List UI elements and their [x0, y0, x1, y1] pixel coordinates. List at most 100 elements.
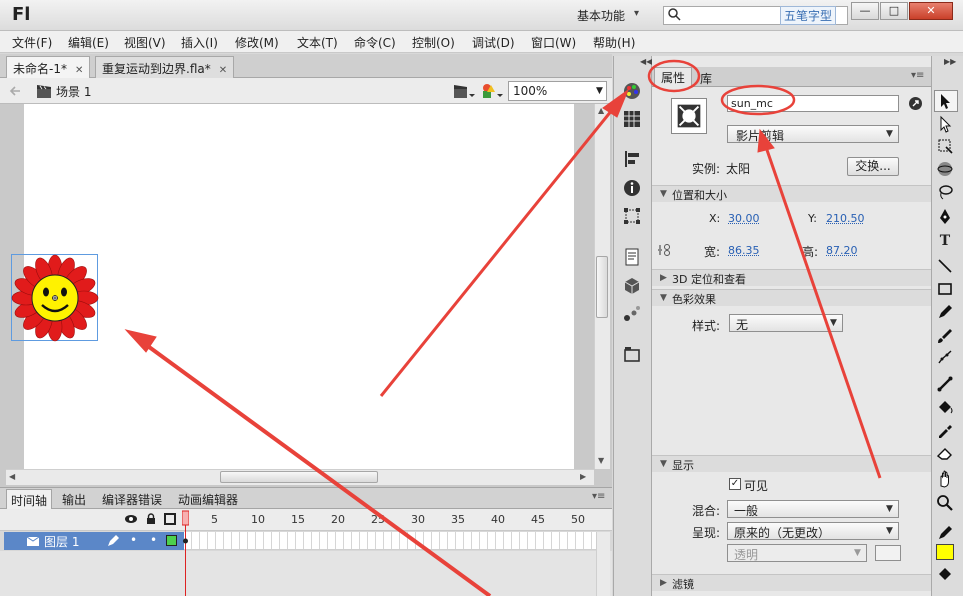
minimize-button[interactable]: —: [851, 2, 879, 20]
fill-color-swatch[interactable]: [936, 544, 954, 560]
y-value[interactable]: 210.50: [826, 212, 865, 225]
eraser-icon[interactable]: [936, 444, 954, 462]
visible-checkbox[interactable]: ✓: [729, 478, 741, 490]
workspace-switcher[interactable]: 基本功能: [577, 7, 625, 24]
info-icon[interactable]: [623, 179, 641, 197]
expand-triangle-icon[interactable]: ▶: [660, 273, 667, 283]
panel-menu-icon[interactable]: ▾≡: [592, 491, 605, 502]
section-filters[interactable]: ▶ 滤镜: [652, 574, 931, 591]
link-constrain-icon[interactable]: [657, 243, 673, 257]
lasso-icon[interactable]: [936, 183, 954, 201]
edit-scene-icon[interactable]: [453, 83, 475, 99]
expand-arrows-icon[interactable]: ▶▶: [944, 57, 956, 66]
scroll-down-icon[interactable]: ▼: [598, 456, 604, 465]
maximize-button[interactable]: □: [880, 2, 908, 20]
menu-debug[interactable]: 调试(D): [472, 34, 515, 51]
expand-triangle-icon[interactable]: ▶: [660, 578, 667, 588]
menu-file[interactable]: 文件(F): [12, 34, 52, 51]
style-select[interactable]: 无: [729, 314, 843, 332]
doc-tab-untitled[interactable]: 未命名-1* ✕: [6, 56, 91, 78]
back-arrow-icon[interactable]: [8, 84, 22, 98]
menu-modify[interactable]: 修改(M): [235, 34, 279, 51]
chevron-down-icon[interactable]: ▼: [886, 526, 893, 536]
transform-icon[interactable]: [623, 207, 641, 225]
tab-output[interactable]: 输出: [58, 491, 90, 508]
close-icon[interactable]: ✕: [75, 65, 83, 76]
layer-outline-color[interactable]: [166, 535, 177, 546]
text-tool-icon[interactable]: T: [936, 232, 954, 250]
horizontal-scroll-thumb[interactable]: [220, 471, 378, 483]
chevron-down-icon[interactable]: ▼: [886, 504, 893, 514]
code-link-icon[interactable]: [908, 96, 923, 111]
outline-icon[interactable]: [164, 513, 176, 525]
lock-icon[interactable]: [145, 513, 157, 525]
panel-menu-icon[interactable]: ▾≡: [911, 70, 924, 81]
motion-presets-icon[interactable]: [623, 305, 641, 323]
scroll-right-icon[interactable]: ▶: [580, 472, 586, 481]
layer-row[interactable]: 图层 1 • •: [4, 532, 184, 550]
fill-bucket-icon[interactable]: [936, 565, 954, 583]
paint-bucket-icon[interactable]: [936, 398, 954, 416]
doc-tab-repeat-motion[interactable]: 重复运动到边界.fla* ✕: [95, 56, 235, 78]
menu-insert[interactable]: 插入(I): [181, 34, 218, 51]
edit-symbols-icon[interactable]: [480, 82, 504, 100]
section-color-effect[interactable]: ▼ 色彩效果: [652, 289, 931, 306]
layer-name[interactable]: 图层 1: [44, 533, 79, 550]
tab-compiler-errors[interactable]: 编译器错误: [98, 491, 166, 508]
deco-tool-icon[interactable]: [936, 348, 954, 366]
menu-commands[interactable]: 命令(C): [354, 34, 396, 51]
color-palette-icon[interactable]: [623, 82, 641, 100]
vertical-scroll-thumb[interactable]: [596, 256, 608, 318]
zoom-tool-icon[interactable]: [936, 494, 954, 512]
menu-control[interactable]: 控制(O): [412, 34, 455, 51]
menu-edit[interactable]: 编辑(E): [68, 34, 109, 51]
section-position-size[interactable]: ▼ 位置和大小: [652, 185, 931, 202]
swap-button[interactable]: 交换...: [847, 157, 899, 176]
instance-name-input[interactable]: sun_mc: [727, 95, 899, 112]
section-3d[interactable]: ▶ 3D 定位和查看: [652, 269, 931, 286]
zoom-select[interactable]: 100%: [508, 81, 607, 101]
tab-motion-editor[interactable]: 动画编辑器: [174, 491, 242, 508]
project-icon[interactable]: [623, 345, 641, 363]
swatches-icon[interactable]: [623, 110, 641, 128]
close-button[interactable]: ✕: [909, 2, 953, 20]
rectangle-tool-icon[interactable]: [936, 280, 954, 298]
free-transform-icon[interactable]: [936, 137, 954, 155]
scroll-up-icon[interactable]: ▲: [598, 106, 604, 115]
collapse-triangle-icon[interactable]: ▼: [660, 459, 667, 469]
render-select[interactable]: 原来的（无更改）: [727, 522, 899, 540]
eye-icon[interactable]: [124, 514, 138, 524]
menu-window[interactable]: 窗口(W): [531, 34, 576, 51]
stroke-color-pencil-icon[interactable]: [936, 524, 954, 542]
menu-text[interactable]: 文本(T): [297, 34, 338, 51]
pencil-tool-icon[interactable]: [936, 303, 954, 321]
tab-timeline[interactable]: 时间轴: [6, 489, 53, 511]
brush-tool-icon[interactable]: [936, 327, 954, 345]
menu-view[interactable]: 视图(V): [124, 34, 166, 51]
width-value[interactable]: 86.35: [728, 244, 760, 257]
bone-tool-icon[interactable]: [936, 375, 954, 393]
collapse-arrows-icon[interactable]: ◀◀: [640, 57, 652, 66]
section-display[interactable]: ▼ 显示: [652, 455, 931, 472]
chevron-down-icon[interactable]: ▾: [634, 8, 639, 19]
collapse-triangle-icon[interactable]: ▼: [660, 293, 667, 303]
layer-visible-dot[interactable]: •: [130, 533, 137, 547]
chevron-down-icon[interactable]: ▼: [830, 318, 837, 328]
timeline-scrollbar[interactable]: [596, 532, 610, 596]
collapse-triangle-icon[interactable]: ▼: [660, 189, 667, 199]
tab-library[interactable]: 库: [694, 69, 718, 88]
tab-properties[interactable]: 属性: [654, 67, 693, 87]
close-icon[interactable]: ✕: [219, 65, 227, 76]
layer-lock-dot[interactable]: •: [150, 533, 157, 547]
x-value[interactable]: 30.00: [728, 212, 760, 225]
chevron-down-icon[interactable]: ▼: [886, 129, 893, 139]
eyedropper-icon[interactable]: [936, 421, 954, 439]
blend-select[interactable]: 一般: [727, 500, 899, 518]
components-icon[interactable]: [623, 277, 641, 295]
hand-tool-icon[interactable]: [936, 470, 954, 488]
line-tool-icon[interactable]: [936, 257, 954, 275]
sun-movieclip[interactable]: [11, 254, 99, 342]
frame-grid[interactable]: [184, 532, 596, 550]
align-icon[interactable]: [623, 150, 641, 168]
instance-type-select[interactable]: 影片剪辑: [727, 125, 899, 143]
